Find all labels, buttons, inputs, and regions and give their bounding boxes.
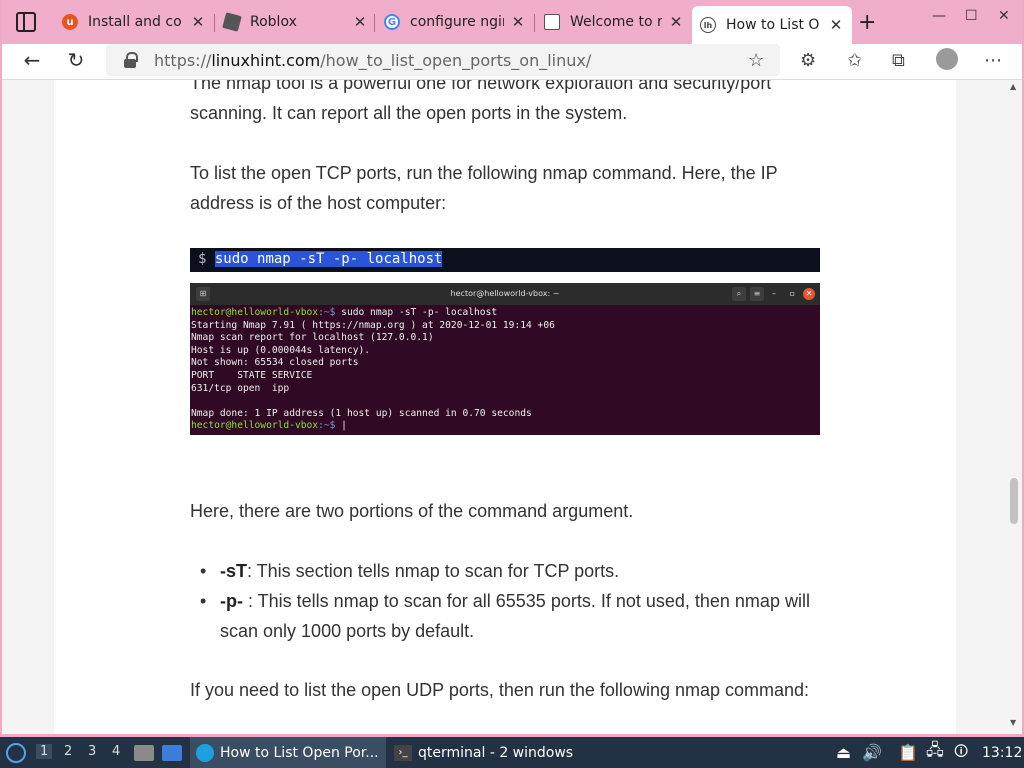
list-item-p: -p- : This tells nmap to scan for all 65… bbox=[200, 586, 840, 646]
collections-icon[interactable]: ⧉ bbox=[892, 50, 905, 71]
list-item-st: -sT: This section tells nmap to scan for… bbox=[200, 556, 840, 586]
article-body: The nmap tool is a powerful one for netw… bbox=[54, 80, 956, 734]
close-tab-icon[interactable]: ✕ bbox=[352, 13, 368, 31]
taskbar-browser-task[interactable]: How to List Open Por... bbox=[190, 737, 386, 768]
minimize-icon[interactable]: — bbox=[932, 8, 946, 24]
edge-icon bbox=[196, 743, 214, 762]
close-tab-icon[interactable]: ✕ bbox=[828, 16, 844, 34]
paragraph-intro: The nmap tool is a powerful one for netw… bbox=[190, 80, 772, 123]
tab-configure-nginx[interactable]: G configure ngin ✕ bbox=[376, 6, 534, 38]
terminal-tab-icon: ⊞ bbox=[196, 287, 210, 301]
terminal-minimize-icon: – bbox=[772, 289, 776, 298]
reload-icon[interactable]: ↻ bbox=[62, 48, 90, 72]
roblox-favicon-icon bbox=[222, 12, 242, 32]
clipboard-icon[interactable]: 📋 bbox=[898, 737, 918, 768]
terminal-menu-icon: ≡ bbox=[750, 287, 764, 301]
terminal-icon: ›_ bbox=[394, 744, 412, 761]
address-bar[interactable]: https://linuxhint.com/how_to_list_open_p… bbox=[106, 44, 780, 76]
paragraph-udp: If you need to list the open UDP ports, … bbox=[190, 680, 810, 700]
scroll-down-icon[interactable]: ▼ bbox=[1010, 718, 1016, 727]
start-menu-icon[interactable] bbox=[6, 737, 26, 768]
workspace-1[interactable]: 1 bbox=[36, 744, 53, 759]
close-tab-icon[interactable]: ✕ bbox=[668, 13, 684, 31]
paragraph-tcp: To list the open TCP ports, run the foll… bbox=[190, 163, 778, 213]
close-tab-icon[interactable]: ✕ bbox=[190, 13, 206, 31]
extensions-icon[interactable]: ⚙ bbox=[800, 50, 816, 71]
terminal-close-icon: ✕ bbox=[803, 288, 815, 300]
tab-how-to-list-open-ports[interactable]: lh How to List O ✕ bbox=[692, 6, 852, 44]
terminal-maximize-icon: ▫ bbox=[789, 289, 795, 298]
browser-window: u Install and co ✕ Roblox ✕ G configure … bbox=[2, 0, 1022, 734]
maximize-icon[interactable]: ☐ bbox=[965, 8, 978, 24]
terminal-screenshot: ⊞ hector@helloworld-vbox: ~ ⌕ ≡ – ▫ ✕ he… bbox=[190, 283, 820, 435]
page-scrollbar[interactable]: ▲ ▼ bbox=[1006, 80, 1022, 734]
ubuntu-favicon-icon: u bbox=[62, 14, 78, 30]
volume-icon[interactable]: 🔊 bbox=[862, 737, 882, 768]
favorites-icon[interactable]: ✩ bbox=[847, 50, 862, 71]
more-menu-icon[interactable]: ⋯ bbox=[984, 50, 1002, 71]
workspace-4[interactable]: 4 bbox=[112, 744, 120, 759]
tab-strip: u Install and co ✕ Roblox ✕ G configure … bbox=[2, 0, 1022, 44]
lock-icon[interactable] bbox=[124, 52, 138, 68]
page-favicon-icon bbox=[544, 14, 560, 30]
clock[interactable]: 13:12 bbox=[982, 737, 1022, 768]
back-icon[interactable]: ← bbox=[18, 48, 46, 72]
workspace-2[interactable]: 2 bbox=[64, 744, 72, 759]
terminal-titlebar: ⊞ hector@helloworld-vbox: ~ ⌕ ≡ – ▫ ✕ bbox=[190, 283, 820, 305]
system-taskbar: 1 2 3 4 How to List Open Por... ›_ qterm… bbox=[0, 737, 1024, 768]
close-window-icon[interactable]: ✕ bbox=[998, 8, 1010, 24]
selected-command: sudo nmap -sT -p- localhost bbox=[214, 251, 443, 267]
sidebar-toggle-icon[interactable] bbox=[16, 12, 36, 32]
workspace-3[interactable]: 3 bbox=[88, 744, 96, 759]
close-tab-icon[interactable]: ✕ bbox=[510, 13, 526, 31]
google-favicon-icon: G bbox=[384, 14, 400, 30]
tab-install[interactable]: u Install and co ✕ bbox=[54, 6, 214, 38]
paragraph-portions: Here, there are two portions of the comm… bbox=[190, 501, 634, 521]
desktop-icon[interactable] bbox=[162, 737, 182, 768]
terminal-search-icon: ⌕ bbox=[732, 287, 746, 301]
upload-tray-icon[interactable]: ⏏ bbox=[836, 737, 851, 768]
new-tab-icon[interactable]: + bbox=[858, 10, 876, 35]
url-text[interactable]: https://linuxhint.com/how_to_list_open_p… bbox=[154, 51, 591, 70]
code-block[interactable]: $ sudo nmap -sT -p- localhost bbox=[190, 248, 820, 272]
linuxhint-favicon-icon: lh bbox=[700, 17, 716, 33]
notification-icon[interactable]: 🛈 bbox=[954, 737, 968, 768]
terminal-output: hector@helloworld-vbox:~$ sudo nmap -sT … bbox=[191, 307, 555, 432]
tab-roblox[interactable]: Roblox ✕ bbox=[216, 6, 376, 38]
web-page: The nmap tool is a powerful one for netw… bbox=[2, 80, 1022, 734]
tab-welcome[interactable]: Welcome to n ✕ bbox=[536, 6, 692, 38]
scroll-up-icon[interactable]: ▲ bbox=[1010, 82, 1016, 91]
add-favorite-icon[interactable]: ☆ bbox=[748, 50, 764, 71]
taskbar-terminal-task[interactable]: ›_ qterminal - 2 windows bbox=[394, 737, 573, 768]
scroll-thumb[interactable] bbox=[1010, 478, 1018, 524]
profile-avatar[interactable] bbox=[936, 48, 958, 70]
file-manager-icon[interactable] bbox=[134, 737, 154, 768]
network-icon[interactable]: 🖧 bbox=[926, 737, 944, 768]
navigation-toolbar: ← ↻ https://linuxhint.com/how_to_list_op… bbox=[2, 44, 1022, 80]
